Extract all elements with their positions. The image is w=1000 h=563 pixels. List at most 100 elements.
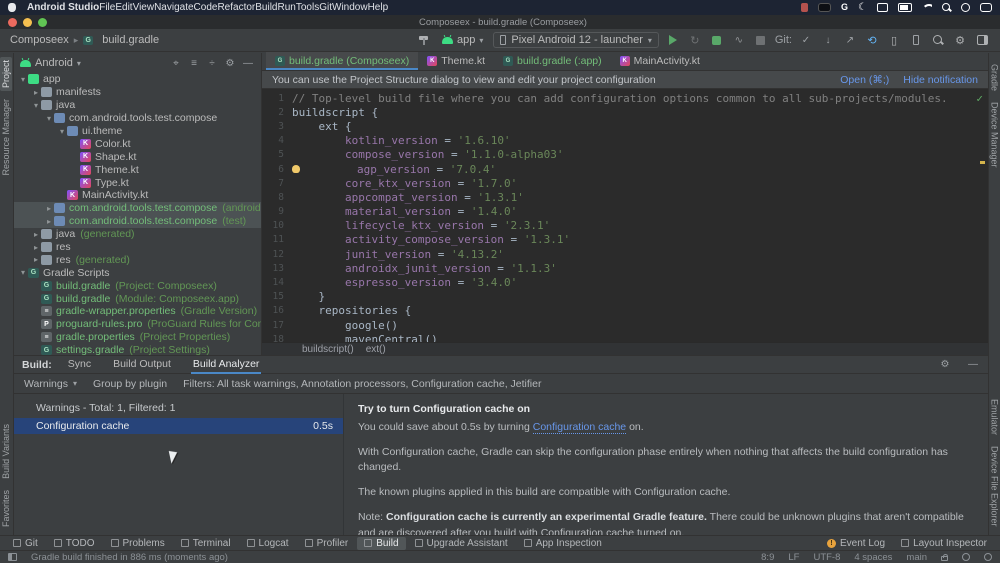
code-line[interactable]: 6 agp_version = '7.0.4' bbox=[262, 162, 988, 176]
menu-item[interactable]: Tools bbox=[296, 2, 319, 13]
apply-changes-icon[interactable]: ↻ bbox=[687, 32, 703, 48]
tree-chevron-icon[interactable]: ▸ bbox=[44, 217, 54, 226]
project-tree-item[interactable]: G build.gradle (Module: Composeex.app) bbox=[14, 292, 261, 305]
project-tree-item[interactable]: ≡ gradle.properties (Project Properties) bbox=[14, 331, 261, 344]
code-line[interactable]: 13 androidx_junit_version = '1.1.3' bbox=[262, 261, 988, 275]
tool-stripe-button[interactable]: Build Variants bbox=[0, 421, 12, 482]
tool-window-button[interactable]: Git bbox=[6, 537, 45, 550]
code-line[interactable]: 9 material_version = '1.4.0' bbox=[262, 205, 988, 219]
project-view-selector[interactable]: Android bbox=[35, 57, 73, 69]
tool-stripe-button[interactable]: Device File Explorer bbox=[989, 443, 1000, 530]
git-push-icon[interactable]: ↗ bbox=[842, 32, 858, 48]
git-branch-indicator[interactable]: main bbox=[906, 552, 927, 563]
menu-item[interactable]: Edit bbox=[115, 2, 132, 13]
tool-window-button[interactable]: Build bbox=[357, 536, 406, 550]
menu-item[interactable]: Help bbox=[368, 2, 389, 13]
project-tree-item[interactable]: K Color.kt bbox=[14, 137, 261, 150]
intention-bulb-icon[interactable] bbox=[292, 164, 300, 173]
build-panel-tab[interactable]: Build Output bbox=[111, 356, 173, 374]
project-tree-item[interactable]: ▸ java (generated) bbox=[14, 228, 261, 241]
tool-window-button[interactable]: Logcat bbox=[240, 537, 296, 550]
menu-item[interactable]: Window bbox=[332, 2, 368, 13]
caret-position[interactable]: 8:9 bbox=[761, 552, 774, 563]
locate-file-icon[interactable]: ⌖ bbox=[169, 58, 183, 69]
menu-item[interactable]: Build bbox=[255, 2, 277, 13]
git-update-icon[interactable]: ✓ bbox=[798, 32, 814, 48]
editor-tab[interactable]: G build.gradle (:app) bbox=[494, 52, 611, 70]
layout-inspector-button[interactable]: Layout Inspector bbox=[894, 537, 994, 550]
tool-stripe-button[interactable]: Favorites bbox=[0, 487, 12, 530]
warning-list-item[interactable]: Configuration cache 0.5s bbox=[14, 418, 343, 434]
sdk-manager-icon[interactable]: ▯ bbox=[886, 32, 902, 48]
project-tree-item[interactable]: ▾ java bbox=[14, 99, 261, 112]
notification-open-link[interactable]: Open (⌘;) bbox=[840, 74, 889, 86]
build-panel-tab[interactable]: Sync bbox=[66, 356, 93, 374]
google-icon[interactable]: G bbox=[841, 3, 848, 12]
code-line[interactable]: 17 google() bbox=[262, 318, 988, 332]
debug-icon[interactable] bbox=[709, 32, 725, 48]
tool-stripe-button[interactable]: Project bbox=[0, 57, 12, 92]
tree-chevron-icon[interactable]: ▸ bbox=[31, 88, 41, 97]
tool-stripe-button[interactable]: Emulator bbox=[989, 396, 1000, 438]
code-line[interactable]: 16 repositories { bbox=[262, 304, 988, 318]
build-hammer-icon[interactable] bbox=[416, 32, 432, 48]
close-window-button[interactable] bbox=[8, 17, 17, 27]
progress-icon[interactable] bbox=[984, 553, 992, 561]
tool-stripe-button[interactable]: Device Manager bbox=[989, 99, 1000, 171]
tree-chevron-icon[interactable]: ▾ bbox=[57, 127, 67, 136]
code-line[interactable]: 11 activity_compose_version = '1.3.1' bbox=[262, 233, 988, 247]
tool-window-button[interactable]: App Inspection bbox=[517, 537, 609, 550]
code-line[interactable]: 7 core_ktx_version = '1.7.0' bbox=[262, 176, 988, 190]
inspections-ok-icon[interactable]: ✓ bbox=[976, 92, 983, 105]
code-line[interactable]: 10 lifecycle_ktx_version = '2.3.1' bbox=[262, 219, 988, 233]
project-tree-item[interactable]: ▸ com.android.tools.test.compose (androi… bbox=[14, 201, 261, 215]
editor-tab[interactable]: G build.gradle (Composeex) bbox=[266, 52, 419, 70]
breadcrumb-element[interactable]: buildscript() bbox=[302, 344, 354, 355]
code-line[interactable]: 12 junit_version = '4.13.2' bbox=[262, 247, 988, 261]
do-not-disturb-icon[interactable]: ☾ bbox=[858, 3, 867, 13]
code-line[interactable]: 4 kotlin_version = '1.6.10' bbox=[262, 134, 988, 148]
run-button[interactable] bbox=[665, 32, 681, 48]
minimize-window-button[interactable] bbox=[23, 17, 32, 27]
project-tree-item[interactable]: ▾ ui.theme bbox=[14, 125, 261, 138]
git-pull-icon[interactable]: ↓ bbox=[820, 32, 836, 48]
project-tree-item[interactable]: ▸ res (generated) bbox=[14, 253, 261, 266]
zoom-window-button[interactable] bbox=[38, 17, 47, 27]
project-tree-item[interactable]: G settings.gradle (Project Settings) bbox=[14, 344, 261, 355]
tool-stripe-button[interactable]: Gradle bbox=[989, 61, 1000, 94]
code-line[interactable]: 5 compose_version = '1.1.0-alpha03' bbox=[262, 148, 988, 162]
notification-hide-link[interactable]: Hide notification bbox=[903, 74, 978, 86]
profiler-icon[interactable]: ∿ bbox=[731, 32, 747, 48]
collapse-all-icon[interactable]: ÷ bbox=[205, 58, 219, 69]
keyboard-icon[interactable] bbox=[818, 3, 832, 12]
apple-logo-icon[interactable] bbox=[8, 3, 16, 12]
filters-summary[interactable]: Filters: All task warnings, Annotation p… bbox=[183, 378, 541, 390]
menu-item[interactable]: Refactor bbox=[217, 2, 255, 13]
menu-item[interactable]: Git bbox=[319, 2, 332, 13]
editor-tab[interactable]: K MainActivity.kt bbox=[611, 52, 709, 70]
project-tree-item[interactable]: ▾ app bbox=[14, 73, 261, 86]
project-tree-item[interactable]: ▾ com.android.tools.test.compose bbox=[14, 112, 261, 125]
readonly-lock-icon[interactable] bbox=[941, 554, 948, 561]
project-tree-item[interactable]: ▸ com.android.tools.test.compose (test) bbox=[14, 214, 261, 228]
configuration-cache-link[interactable]: Configuration cache bbox=[532, 420, 627, 434]
recording-icon[interactable] bbox=[801, 3, 809, 12]
notifications-icon[interactable] bbox=[962, 553, 970, 561]
tree-chevron-icon[interactable]: ▸ bbox=[31, 230, 41, 239]
project-tree-item[interactable]: ▸ manifests bbox=[14, 86, 261, 99]
tree-chevron-icon[interactable]: ▾ bbox=[18, 268, 28, 277]
project-tree-item[interactable]: P proguard-rules.pro (ProGuard Rules for… bbox=[14, 318, 261, 331]
menu-item[interactable]: Navigate bbox=[154, 2, 193, 13]
tool-window-button[interactable]: Upgrade Assistant bbox=[408, 537, 515, 550]
menu-item[interactable]: File bbox=[99, 2, 115, 13]
code-line[interactable]: 14 espresso_version = '3.4.0' bbox=[262, 275, 988, 289]
tool-window-button[interactable]: Terminal bbox=[174, 537, 238, 550]
menu-item[interactable]: Code bbox=[194, 2, 218, 13]
menu-item[interactable]: View bbox=[133, 2, 155, 13]
build-panel-tab[interactable]: Build Analyzer bbox=[191, 356, 262, 374]
breadcrumb-project[interactable]: Composeex bbox=[10, 34, 69, 46]
spotlight-icon[interactable] bbox=[942, 3, 951, 12]
breadcrumb-element[interactable]: ext() bbox=[366, 344, 386, 355]
tree-chevron-icon[interactable]: ▾ bbox=[18, 75, 28, 84]
tool-window-button[interactable]: Problems bbox=[104, 537, 172, 550]
